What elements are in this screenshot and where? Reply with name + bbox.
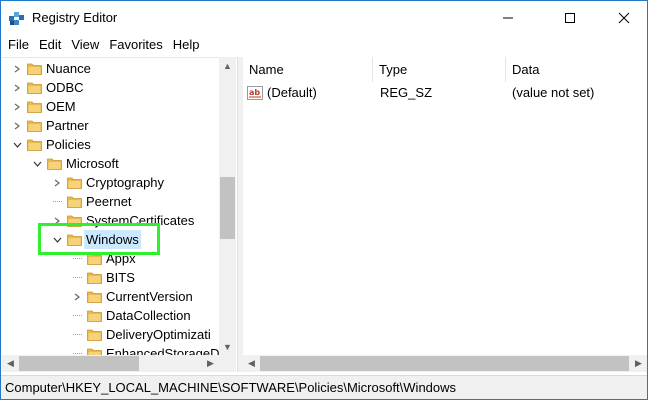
- column-header-data[interactable]: Data: [506, 57, 647, 82]
- tree-item-label: Partner: [46, 118, 89, 133]
- status-bar: Computer\HKEY_LOCAL_MACHINE\SOFTWARE\Pol…: [1, 375, 647, 399]
- tree-item-label: OEM: [46, 99, 76, 114]
- menu-bar: File Edit View Favorites Help: [1, 34, 647, 56]
- tree-item[interactable]: Microsoft: [2, 154, 222, 173]
- folder-icon: [27, 120, 42, 132]
- title-bar[interactable]: Registry Editor: [1, 1, 647, 34]
- tree-item[interactable]: BITS: [2, 268, 222, 287]
- menu-favorites[interactable]: Favorites: [104, 34, 167, 56]
- tree-connector: [71, 344, 83, 355]
- tree-vertical-scrollbar[interactable]: ▲ ▼: [219, 57, 236, 355]
- list-horizontal-scrollbar[interactable]: ◀ ▶: [243, 355, 647, 372]
- tree-item[interactable]: EnhancedStorageD: [2, 344, 222, 355]
- tree-item[interactable]: CurrentVersion: [2, 287, 222, 306]
- folder-icon: [27, 63, 42, 75]
- tree-scroll-thumb[interactable]: [220, 177, 235, 239]
- scroll-left-icon[interactable]: ◀: [243, 355, 260, 372]
- scroll-right-icon[interactable]: ▶: [202, 355, 219, 372]
- column-header-name[interactable]: Name: [243, 57, 373, 82]
- scroll-down-icon[interactable]: ▼: [219, 338, 236, 355]
- menu-file[interactable]: File: [3, 34, 34, 56]
- tree-item-label: Peernet: [86, 194, 132, 209]
- folder-icon: [67, 196, 82, 208]
- close-icon: [618, 12, 630, 23]
- tree-item[interactable]: Peernet: [2, 192, 222, 211]
- tree-item-label: DataCollection: [106, 308, 191, 323]
- chevron-right-icon[interactable]: [51, 173, 63, 192]
- tree-item-label: ODBC: [46, 80, 84, 95]
- tree-item[interactable]: Nuance: [2, 59, 222, 78]
- string-value-icon: ab: [247, 86, 263, 100]
- values-list[interactable]: Name Type Data ab (Default) REG_SZ (valu…: [243, 57, 647, 355]
- tree-item-label: DeliveryOptimizati: [106, 327, 211, 342]
- tree-connector: [71, 325, 83, 344]
- chevron-right-icon[interactable]: [11, 59, 23, 78]
- close-button[interactable]: [601, 1, 647, 34]
- tree-hscroll-thumb[interactable]: [19, 356, 139, 371]
- tree-item-label: Cryptography: [86, 175, 165, 190]
- chevron-right-icon[interactable]: [11, 78, 23, 97]
- tree-item[interactable]: Policies: [2, 135, 222, 154]
- maximize-icon: [565, 12, 575, 23]
- folder-icon: [87, 329, 102, 341]
- tree-item-label: Microsoft: [66, 156, 119, 171]
- folder-icon: [27, 82, 42, 94]
- folder-icon: [27, 139, 42, 151]
- scroll-up-icon[interactable]: ▲: [219, 57, 236, 74]
- chevron-right-icon[interactable]: [71, 287, 83, 306]
- status-path: Computer\HKEY_LOCAL_MACHINE\SOFTWARE\Pol…: [5, 380, 457, 395]
- tree-item[interactable]: Cryptography: [2, 173, 222, 192]
- scrollbar-corner: [219, 355, 236, 372]
- folder-icon: [87, 348, 102, 355]
- scroll-right-icon[interactable]: ▶: [630, 355, 647, 372]
- folder-icon: [87, 291, 102, 303]
- tree-connector: [51, 192, 63, 211]
- registry-editor-window: Registry Editor File Edit View Favorites…: [0, 0, 648, 400]
- folder-icon: [87, 310, 102, 322]
- column-header-type[interactable]: Type: [373, 57, 506, 82]
- tree-connector: [71, 306, 83, 325]
- tree-item[interactable]: Partner: [2, 116, 222, 135]
- minimize-button[interactable]: [485, 1, 531, 34]
- menu-edit[interactable]: Edit: [34, 34, 66, 56]
- tree-item-label: EnhancedStorageD: [106, 346, 220, 355]
- list-hscroll-thumb[interactable]: [260, 356, 629, 371]
- window-title: Registry Editor: [32, 10, 118, 25]
- tree-item-label: Nuance: [46, 61, 91, 76]
- maximize-button[interactable]: [547, 1, 593, 34]
- chevron-down-icon[interactable]: [31, 154, 43, 173]
- registry-editor-icon: [9, 12, 24, 25]
- chevron-right-icon[interactable]: [11, 97, 23, 116]
- tree-item-label: Policies: [46, 137, 91, 152]
- tree-item[interactable]: DataCollection: [2, 306, 222, 325]
- tree-horizontal-scrollbar[interactable]: ◀ ▶: [2, 355, 219, 372]
- menu-view[interactable]: View: [66, 34, 104, 56]
- menu-help[interactable]: Help: [168, 34, 205, 56]
- tree-item-label: BITS: [106, 270, 135, 285]
- folder-icon: [87, 272, 102, 284]
- tree-item-label: CurrentVersion: [106, 289, 193, 304]
- highlight-box: [38, 223, 160, 255]
- tree-item[interactable]: ODBC: [2, 78, 222, 97]
- tree-item[interactable]: DeliveryOptimizati: [2, 325, 222, 344]
- value-name: (Default): [267, 85, 317, 100]
- registry-tree[interactable]: Nuance ODBC OEM Partner Policies Microsoft Cry…: [2, 57, 238, 355]
- tree-connector: [71, 268, 83, 287]
- folder-icon: [27, 101, 42, 113]
- value-data: (value not set): [512, 85, 595, 100]
- svg-text:ab: ab: [249, 88, 260, 97]
- value-type: REG_SZ: [380, 85, 433, 100]
- folder-icon: [47, 158, 62, 170]
- tree-item[interactable]: OEM: [2, 97, 222, 116]
- value-row[interactable]: ab (Default) REG_SZ (value not set): [243, 82, 647, 104]
- scroll-left-icon[interactable]: ◀: [2, 355, 19, 372]
- folder-icon: [67, 177, 82, 189]
- minimize-icon: [503, 17, 513, 18]
- chevron-down-icon[interactable]: [11, 135, 23, 154]
- chevron-right-icon[interactable]: [11, 116, 23, 135]
